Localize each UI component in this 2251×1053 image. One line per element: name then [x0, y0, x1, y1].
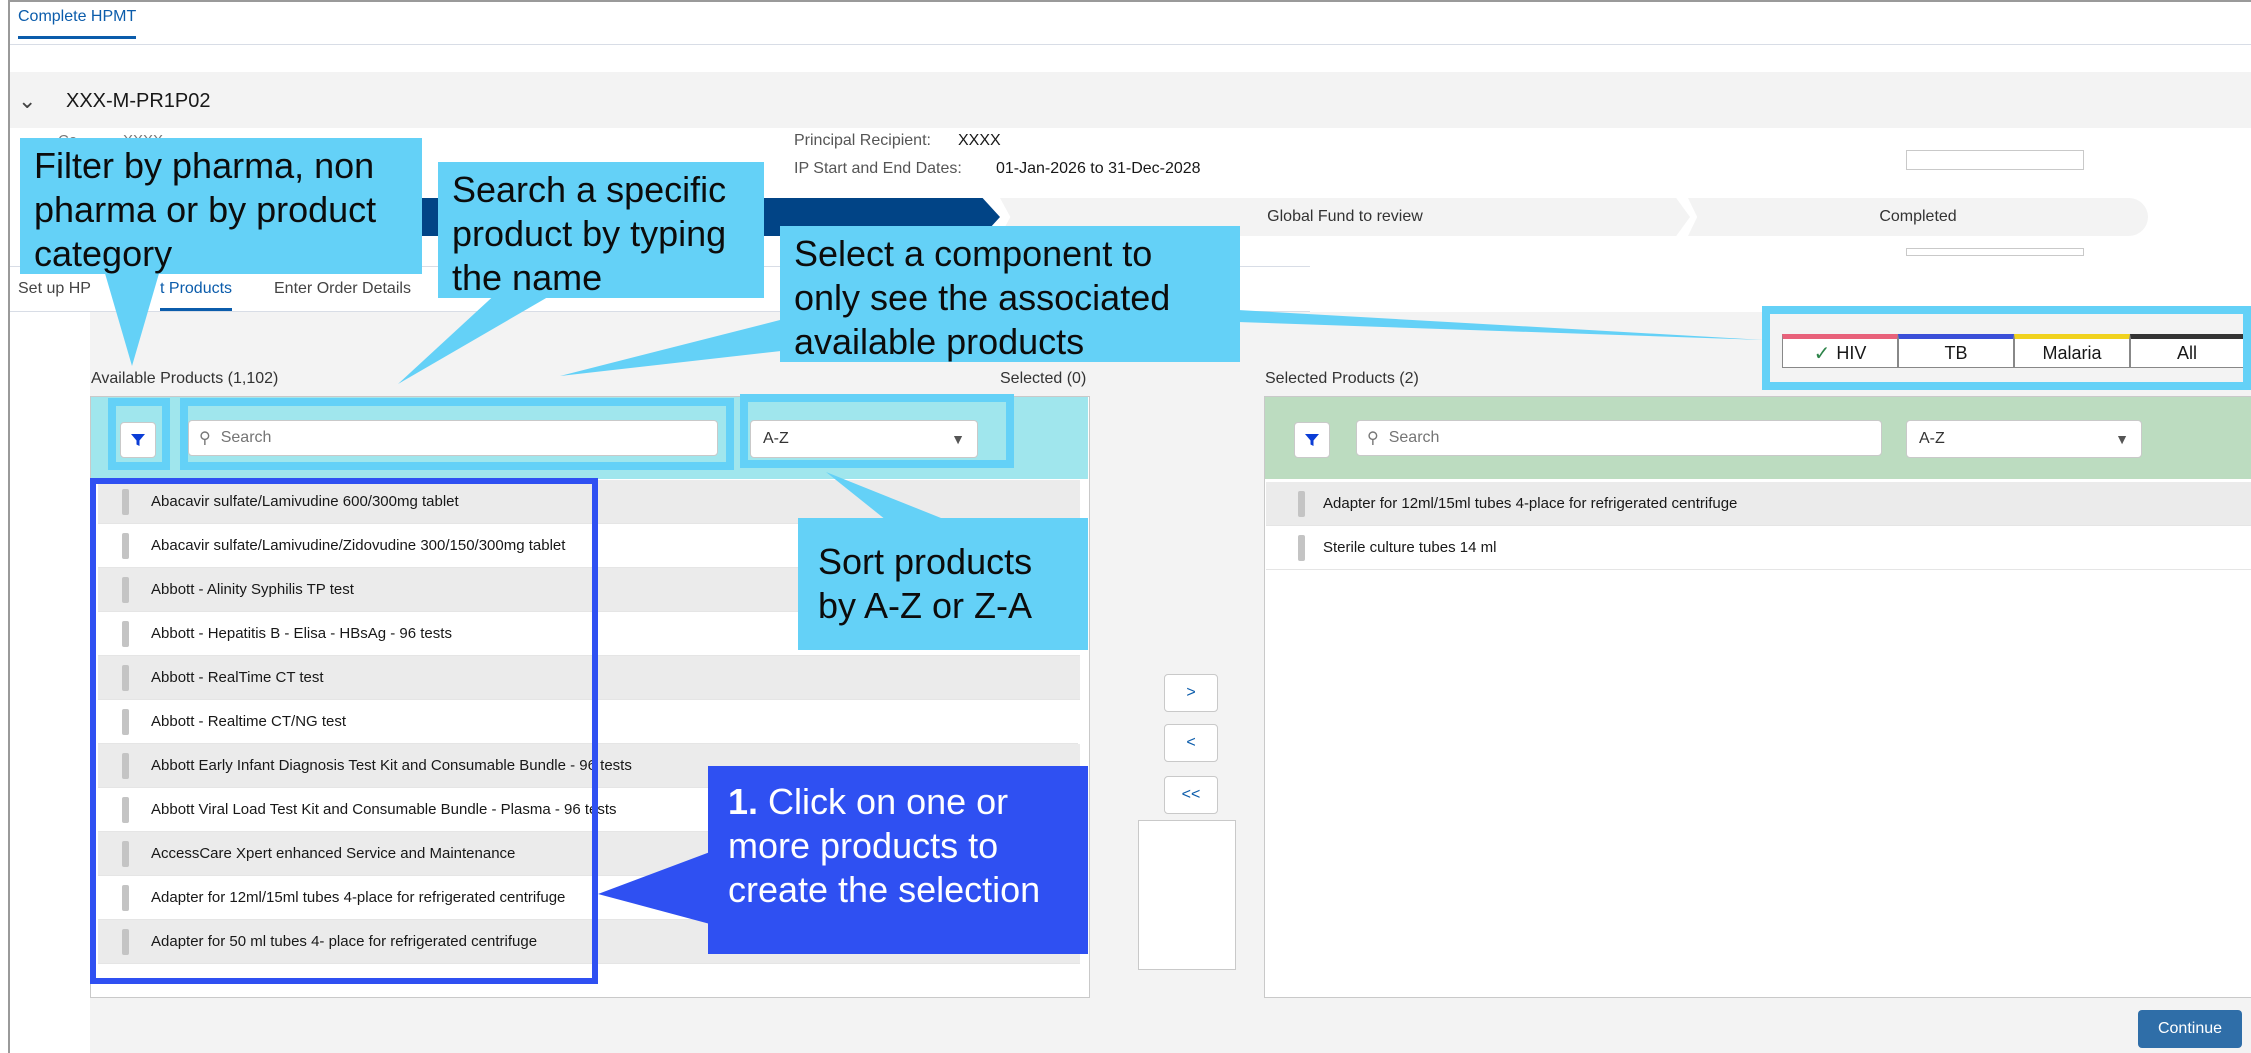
search-highlight [180, 398, 734, 470]
search-callout-pointer [398, 290, 560, 384]
filter-callout-pointer [104, 270, 160, 366]
step-text: Click on one or more products to create … [728, 781, 1041, 910]
component-callout: Select a component to only see the assoc… [780, 226, 1240, 362]
sort-highlight [740, 394, 1014, 468]
sort-callout-pointer [826, 472, 946, 520]
component-callout-pointer-right [1238, 310, 1764, 340]
step-number: 1. [728, 781, 759, 822]
filter-highlight [108, 398, 170, 470]
component-callout-pointer [560, 320, 790, 376]
filter-callout: Filter by pharma, non pharma or by produ… [20, 138, 422, 274]
product-list-highlight [90, 478, 598, 984]
component-highlight [1762, 306, 2251, 390]
step-callout-pointer [598, 852, 710, 924]
step-1-callout: 1. Click on one or more products to crea… [708, 766, 1088, 954]
sort-callout: Sort products by A-Z or Z-A [798, 518, 1088, 650]
search-callout: Search a specific product by typing the … [438, 162, 764, 298]
